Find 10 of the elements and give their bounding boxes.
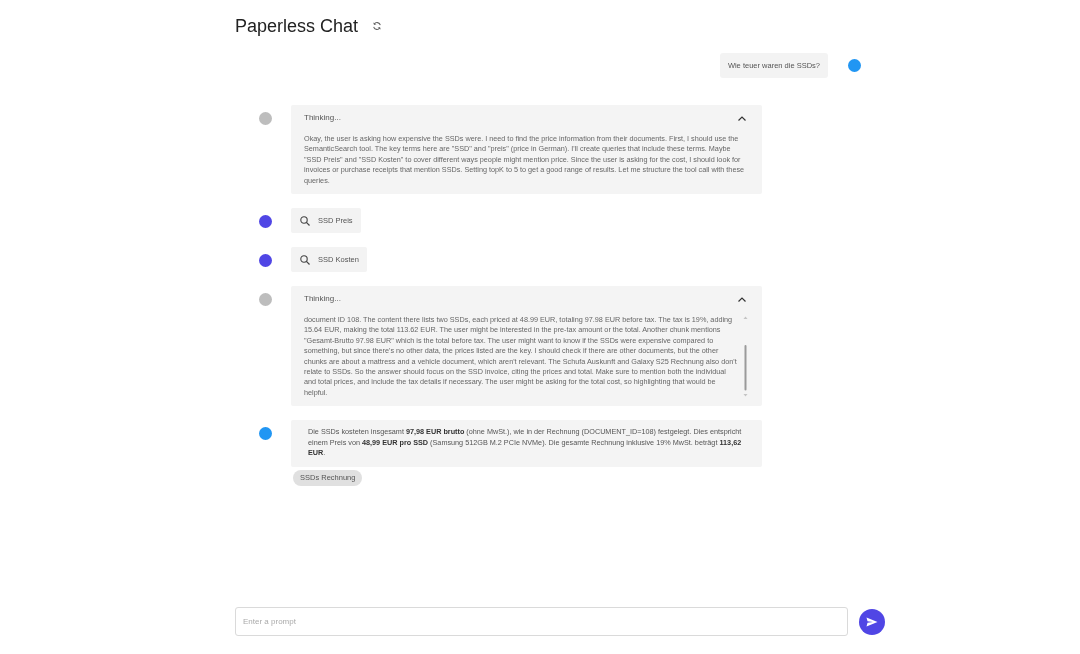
thinking-toggle[interactable]: Thinking...	[304, 294, 748, 305]
search-icon	[300, 254, 310, 265]
refresh-icon[interactable]	[372, 21, 383, 31]
thinking-toggle[interactable]: Thinking...	[304, 113, 748, 123]
send-icon	[866, 616, 878, 627]
scrollbar[interactable]	[743, 315, 748, 399]
send-button[interactable]	[859, 608, 885, 635]
prompt-input[interactable]: Enter a prompt	[235, 607, 848, 636]
search-icon	[300, 215, 310, 226]
app-title: Paperless Chat	[235, 15, 359, 37]
